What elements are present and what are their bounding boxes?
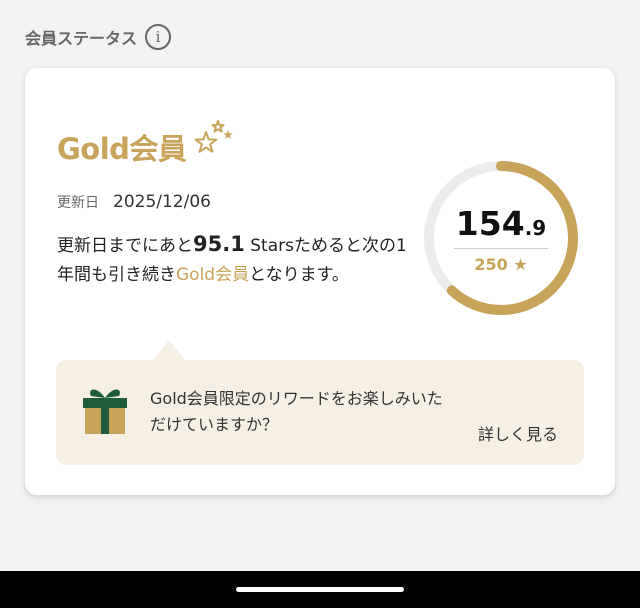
stars-icon [192,120,236,160]
gift-icon [83,384,127,440]
gauge-target-value: 250 [474,254,508,274]
gauge-value-int: 154 [455,203,525,243]
gauge-value: 154.9 [456,207,546,240]
tier-title: Gold会員 [57,132,187,166]
promo-text: Gold会員限定のリワードをお楽しみいただけていますか？ [150,389,443,434]
desc-part3: となります。 [249,265,349,285]
renewal-description: 更新日までにあと95.1 Starsためると次の1年間も引き続きGold会員とな… [57,230,407,290]
desc-part1: 更新日までにあと [57,236,193,256]
home-indicator[interactable] [236,587,404,592]
stars-needed: 95.1 [193,232,245,256]
renewal-row: 更新日 2025/12/06 [57,192,211,212]
gauge-text: 154.9 250 ★ [419,156,583,320]
details-link[interactable]: 詳しく見る [478,421,558,445]
section-title: 会員ステータス [25,29,138,48]
stars-progress-gauge: 154.9 250 ★ [419,156,583,320]
system-nav-bar [0,571,640,608]
star-icon: ★ [513,254,528,274]
section-header: 会員ステータス i [25,24,172,50]
membership-status-card: Gold会員 更新日 2025/12/06 更新日までにあと95.1 Stars… [25,68,615,495]
gauge-value-decimal: .9 [524,215,547,240]
reward-promo-banner[interactable]: Gold会員限定のリワードをお楽しみいただけていますか？ 詳しく見る [56,340,584,465]
renewal-date: 2025/12/06 [113,192,211,212]
renewal-label: 更新日 [57,195,99,211]
info-circle-icon[interactable]: i [145,24,172,50]
promo-pointer [153,340,185,360]
tier-row: Gold会員 [57,120,236,168]
gauge-target: 250 ★ [474,255,527,274]
desc-tier: Gold会員 [176,265,250,285]
gauge-divider [454,247,548,249]
